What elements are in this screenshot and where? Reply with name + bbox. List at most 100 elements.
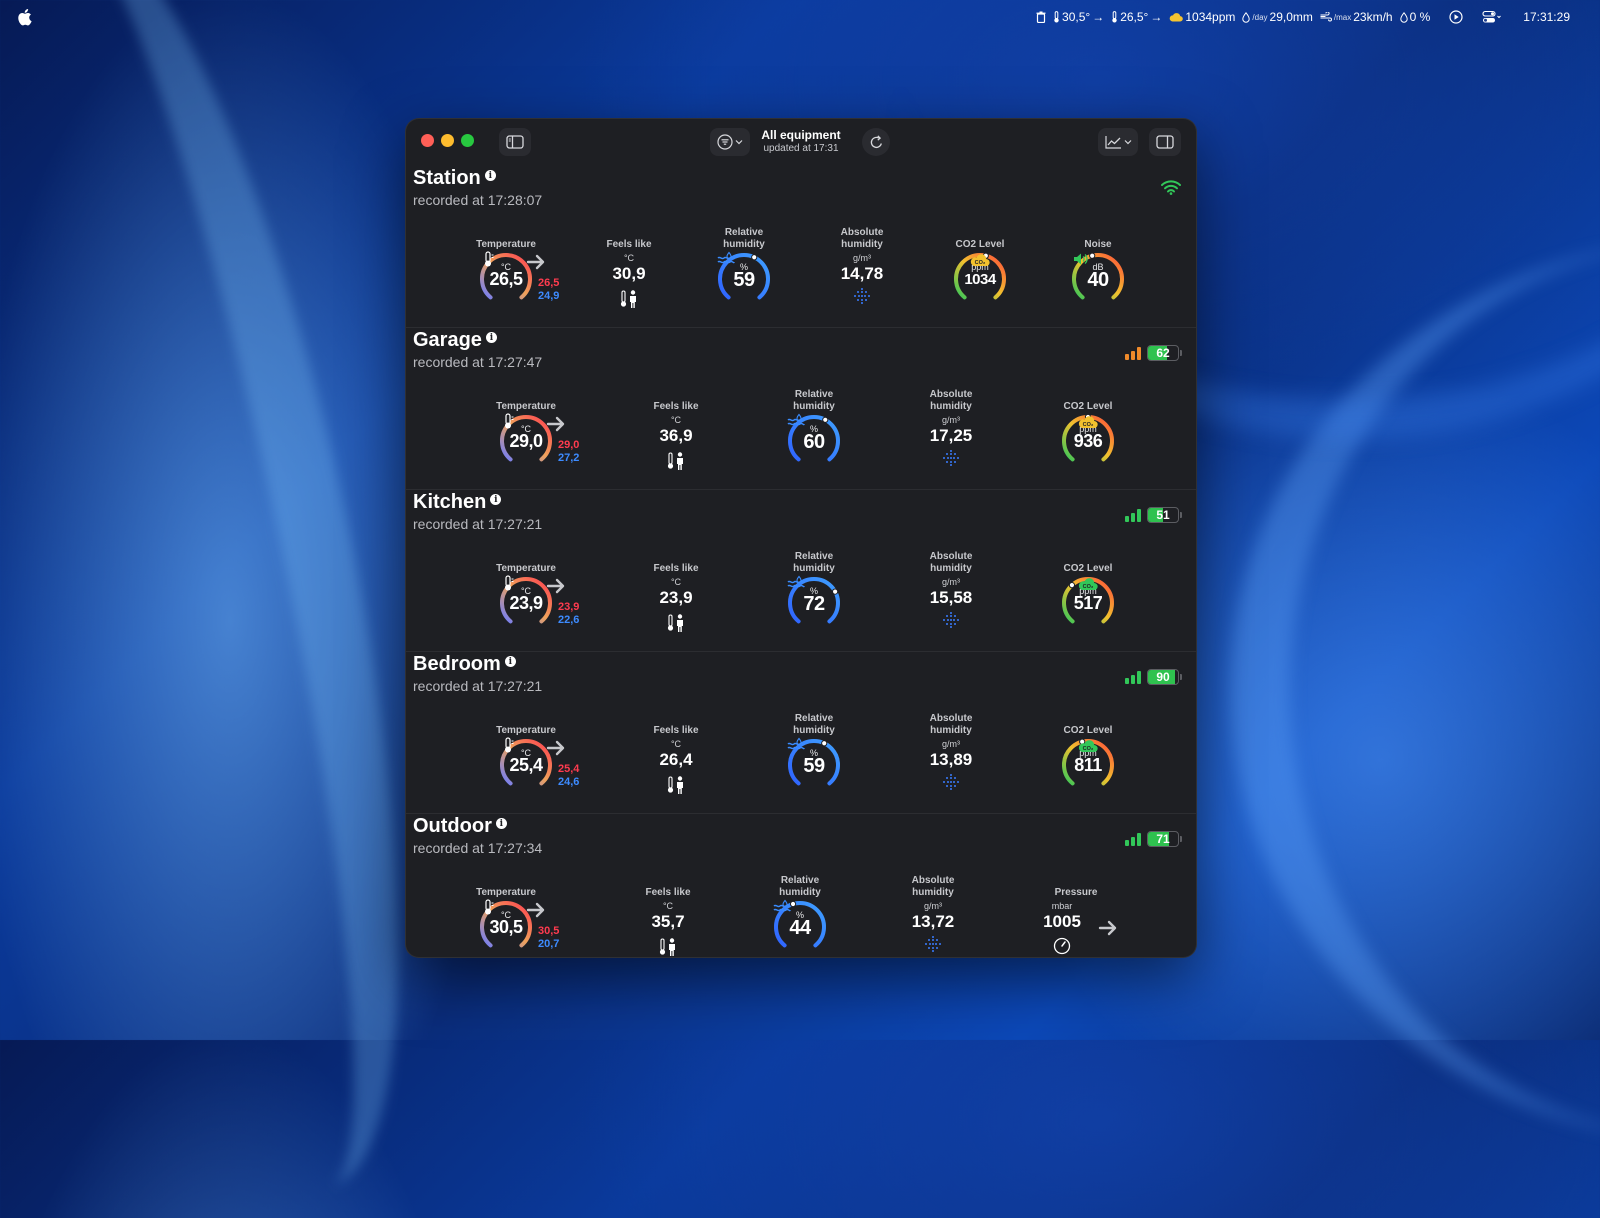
feels-like-unit: °C	[670, 415, 682, 425]
toggle-sidebar-button[interactable]	[499, 128, 531, 156]
feels-like-label: Feels like	[653, 725, 699, 736]
feels-like-label: Feels like	[645, 887, 691, 898]
info-icon[interactable]: i	[485, 332, 497, 343]
battery-icon: 90	[1147, 669, 1179, 685]
apple-logo-icon[interactable]	[16, 8, 32, 26]
co2-cloud-icon-label: CO₂	[1083, 584, 1094, 590]
humidity-waves-icon	[787, 737, 805, 750]
module-recorded-time: recorded at 17:27:21	[413, 516, 543, 532]
thermometer-icon	[1112, 11, 1117, 23]
menubar-temp-indoor[interactable]: 30,5° →	[1053, 10, 1104, 24]
zoom-window-button[interactable]	[461, 134, 474, 147]
menubar-wind-value: 23km/h	[1353, 10, 1393, 24]
battery-level: 51	[1156, 508, 1170, 522]
toggle-inspector-button[interactable]	[1149, 128, 1181, 156]
refresh-button[interactable]	[862, 128, 890, 156]
module-name: Bedroom	[413, 653, 501, 675]
temperature-trend-arrow-icon	[546, 416, 565, 432]
feels-like-person-icon	[667, 614, 683, 632]
menubar-rain[interactable]: /day 29,0mm	[1242, 10, 1313, 24]
signal-bar	[1125, 353, 1129, 360]
absolute-humidity-value: 15,58	[929, 588, 973, 607]
menubar-control-center[interactable]	[1482, 10, 1502, 24]
temperature-min: 27,2	[558, 452, 580, 464]
temperature-gauge-value: 26,5	[489, 269, 523, 289]
menubar-wind[interactable]: /max 23km/h	[1320, 10, 1393, 24]
co2-cloud-icon-label: CO₂	[1083, 746, 1094, 752]
battery-indicator: 90	[1147, 669, 1182, 685]
menu-bar: 30,5° → 26,5° → 1034ppm /day 29,0mm /max…	[0, 0, 1600, 34]
info-icon[interactable]: i	[504, 656, 516, 667]
absolute-humidity-dots-icon	[943, 450, 959, 466]
absolute-humidity-dots-icon	[854, 288, 870, 304]
feels-like-value: 23,9	[659, 588, 693, 607]
module-name: Station	[413, 167, 481, 189]
temperature-gauge-value: 30,5	[489, 917, 523, 937]
line-chart-icon	[1104, 136, 1121, 149]
menubar-wind-label: /max	[1333, 12, 1352, 22]
co2-cloud-icon: CO₂	[1078, 578, 1098, 591]
feels-like-person-icon	[667, 452, 683, 470]
temperature-max: 29,0	[558, 439, 580, 451]
temperature-label: Temperature	[476, 239, 536, 250]
menubar-clock[interactable]: 17:31:29	[1523, 10, 1570, 24]
relative-humidity-gauge: % 44	[772, 899, 828, 955]
module-recorded-time: recorded at 17:28:07	[413, 192, 543, 208]
info-icon[interactable]: i	[484, 170, 496, 181]
temperature-trend-arrow-icon	[526, 254, 545, 270]
absolute-humidity-label: Absolute humidity	[929, 713, 973, 736]
minimize-window-button[interactable]	[441, 134, 454, 147]
battery-level: 62	[1156, 346, 1170, 360]
co2-gauge-value: 1034	[964, 271, 996, 288]
app-window: All equipment updated at 17:31 Station i r…	[405, 118, 1197, 958]
info-icon[interactable]: i	[495, 818, 507, 829]
window-titlebar: All equipment updated at 17:31	[406, 119, 1196, 165]
chevron-down-icon	[735, 140, 743, 145]
relative-humidity-label: Relative humidity	[723, 227, 765, 250]
absolute-humidity-value: 13,72	[911, 912, 955, 931]
menubar-trash[interactable]	[1036, 11, 1046, 23]
noise-gauge-value: 40	[1087, 269, 1109, 291]
temperature-label: Temperature	[496, 725, 556, 736]
co2-gauge-value: 517	[1073, 593, 1103, 613]
module-name: Kitchen	[413, 491, 487, 513]
menubar-rain-probability[interactable]: 0 %	[1399, 10, 1430, 24]
signal-bar	[1125, 839, 1129, 846]
noise-label: Noise	[1084, 239, 1112, 250]
feels-like: Feels like °C 26,4	[636, 725, 716, 770]
module-recorded-time: recorded at 17:27:47	[413, 354, 543, 370]
absolute-humidity-unit: g/m³	[942, 577, 960, 587]
temperature-label: Temperature	[496, 401, 556, 412]
relative-humidity-label: Relative humidity	[793, 551, 835, 574]
menubar-co2[interactable]: 1034ppm	[1169, 10, 1235, 24]
pressure-value: 1005	[1043, 912, 1081, 931]
absolute-humidity-unit: g/m³	[853, 253, 871, 263]
absolute-humidity: Absolute humidity g/m³ 13,89	[911, 713, 991, 770]
menubar-temp-indoor-value: 30,5°	[1062, 10, 1091, 24]
chart-menu-button[interactable]	[1098, 128, 1138, 156]
menubar-play[interactable]	[1449, 10, 1463, 24]
info-icon[interactable]: i	[490, 494, 502, 505]
signal-bar	[1137, 670, 1141, 684]
temperature-max: 30,5	[538, 925, 560, 937]
absolute-humidity-label: Absolute humidity	[929, 551, 973, 574]
module-title: Station i	[413, 167, 496, 190]
pressure-label: Pressure	[1054, 887, 1098, 898]
filter-menu-button[interactable]	[710, 128, 750, 156]
relative-humidity-gauge: % 59	[716, 251, 772, 307]
feels-like-value: 30,9	[612, 264, 646, 283]
menubar-temp-outdoor[interactable]: 26,5° →	[1111, 10, 1162, 24]
co2-cloud-icon-label: CO₂	[1083, 422, 1094, 428]
module-station: Station i recorded at 17:28:07 Temperature °…	[406, 165, 1196, 328]
relative-humidity-gauge-value: 59	[803, 755, 825, 777]
module-title: Kitchen i	[413, 491, 502, 514]
co2-label: CO2 Level	[1063, 725, 1113, 736]
close-window-button[interactable]	[421, 134, 434, 147]
menubar-rain-label: /day	[1252, 12, 1268, 22]
co2-gauge: ppm 517 CO₂	[1060, 575, 1116, 631]
absolute-humidity-value: 14,78	[840, 264, 884, 283]
temperature-gauge-value: 23,9	[509, 593, 543, 613]
module-kitchen: Kitchen i recorded at 17:27:21 51 Temperatur…	[406, 489, 1196, 652]
play-circle-icon	[1449, 10, 1463, 24]
humidity-waves-icon	[787, 413, 805, 426]
